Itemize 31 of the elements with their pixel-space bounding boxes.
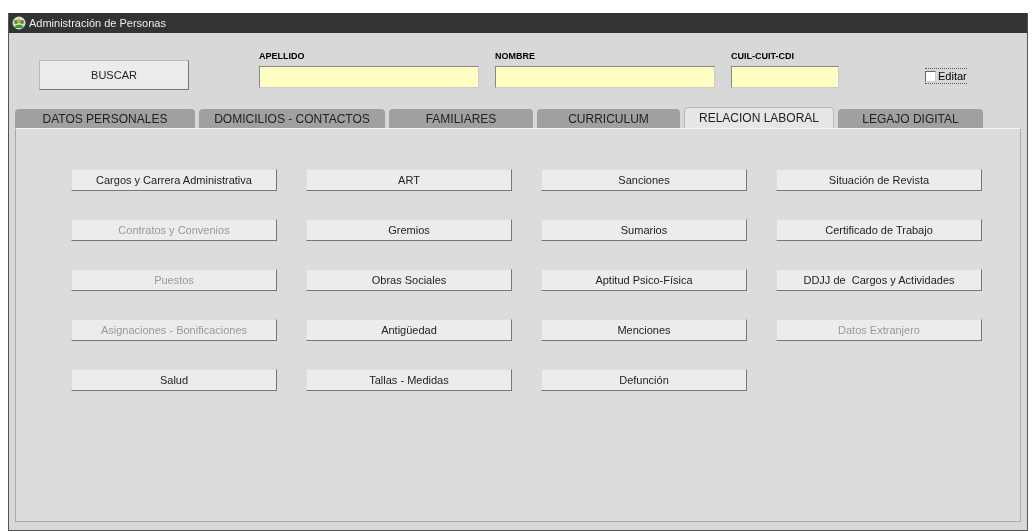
tab[interactable]: DATOS PERSONALES — [15, 109, 195, 128]
menu-button[interactable]: Certificado de Trabajo — [776, 219, 982, 241]
people-icon — [12, 16, 26, 30]
field-label: CUIL-CUIT-CDI — [731, 51, 795, 61]
window-title: Administración de Personas — [29, 17, 166, 29]
tab[interactable]: FAMILIARES — [389, 109, 533, 128]
text-field[interactable] — [259, 66, 479, 88]
tab[interactable]: DOMICILIOS - CONTACTOS — [199, 109, 385, 128]
field-label: APELLIDO — [259, 51, 306, 61]
search-button[interactable]: BUSCAR — [39, 60, 189, 90]
menu-button[interactable]: Sanciones — [541, 169, 747, 191]
menu-button[interactable]: Menciones — [541, 319, 747, 341]
field-label: NOMBRE — [495, 51, 536, 61]
menu-button[interactable]: Aptitud Psico-Física — [541, 269, 747, 291]
tab[interactable]: LEGAJO DIGITAL — [838, 109, 983, 128]
menu-button[interactable]: Salud — [71, 369, 277, 391]
menu-button[interactable]: Gremios — [306, 219, 512, 241]
menu-button[interactable]: ART — [306, 169, 512, 191]
menu-button[interactable]: Situación de Revista — [776, 169, 982, 191]
edit-checkbox[interactable]: Editar — [925, 68, 967, 84]
tab[interactable]: CURRICULUM — [537, 109, 680, 128]
menu-button[interactable]: Sumarios — [541, 219, 747, 241]
text-field[interactable] — [731, 66, 839, 88]
menu-button[interactable]: Antigüedad — [306, 319, 512, 341]
text-field[interactable] — [495, 66, 715, 88]
menu-button[interactable]: Tallas - Medidas — [306, 369, 512, 391]
menu-button[interactable]: Cargos y Carrera Administrativa — [71, 169, 277, 191]
menu-button[interactable]: Defunción — [541, 369, 747, 391]
menu-button[interactable]: Obras Sociales — [306, 269, 512, 291]
tab[interactable]: RELACION LABORAL — [684, 107, 834, 128]
menu-button[interactable]: DDJJ de Cargos y Actividades — [776, 269, 982, 291]
